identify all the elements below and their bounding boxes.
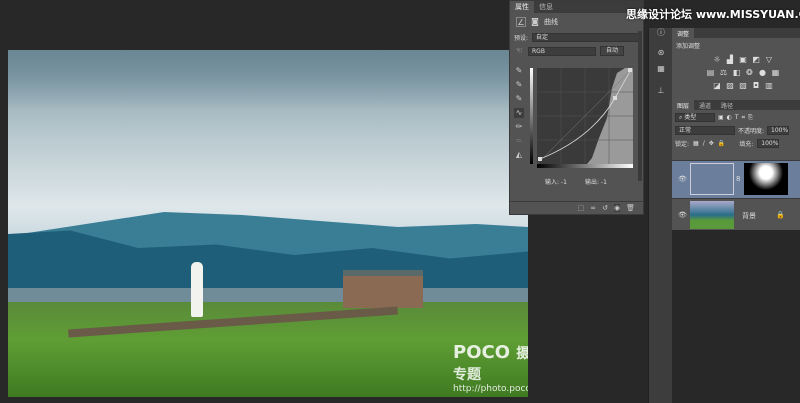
photo-filter-icon[interactable]: ❂ xyxy=(745,68,754,77)
layer-row-background[interactable]: 👁 背景 🔒 xyxy=(672,198,800,236)
auto-button[interactable]: 自动 xyxy=(600,46,624,56)
input-gradient-slider[interactable] xyxy=(537,164,633,168)
tab-adjustments[interactable]: 调整 xyxy=(672,28,695,38)
exposure-icon[interactable]: ◩ xyxy=(752,55,761,64)
mask-icon[interactable]: ◙ xyxy=(530,17,540,27)
tab-properties[interactable]: 属性 xyxy=(510,1,534,13)
white-eyedropper-icon[interactable]: ✎ xyxy=(514,94,524,104)
tab-channels[interactable]: 通道 xyxy=(694,100,716,110)
add-adjustment-label: 添加调整 xyxy=(676,43,701,50)
brush-presets-icon[interactable]: ⊛ xyxy=(656,48,666,58)
info-icon[interactable]: ⓘ xyxy=(656,28,666,38)
preset-select[interactable]: 自定 xyxy=(532,33,639,42)
filter-type-icon[interactable]: T xyxy=(735,114,739,121)
black-eyedropper-icon[interactable]: ✎ xyxy=(514,66,524,76)
fill-input[interactable]: 100% xyxy=(757,139,780,148)
layers-panel: 图层 通道 路径 ⌕ 类型 ▣ ◐ T ⌗ ⎘ 正常 不透明度: 100% 锁定: ▦ /… xyxy=(672,100,800,230)
lock-icon: 🔒 xyxy=(776,211,785,219)
channel-mixer-icon[interactable]: ● xyxy=(758,68,767,77)
watermark-poco: POCO 摄影专题 http://photo.poco.cn/ xyxy=(453,342,528,394)
reset-icon[interactable]: ↺ xyxy=(602,204,608,212)
watermark-missyuan: 思缘设计论坛 www.MISSYUAN.COM xyxy=(626,8,800,21)
filter-smart-icon[interactable]: ⎘ xyxy=(748,114,753,122)
curves-adj-icon[interactable]: ▣ xyxy=(739,55,748,64)
filter-adjustment-icon[interactable]: ◐ xyxy=(727,114,732,121)
clipping-warning-icon[interactable]: ◭ xyxy=(514,150,524,160)
brightness-icon[interactable]: ☼ xyxy=(713,55,722,64)
color-balance-icon[interactable]: ⚖ xyxy=(719,68,728,77)
output-gradient xyxy=(530,68,533,164)
hue-saturation-icon[interactable]: ▤ xyxy=(706,68,715,77)
adjustments-panel: 调整 添加调整 ☼ ▟ ▣ ◩ ▽ ▤ ⚖ ◧ ❂ ● ▦ ◪ ▨ ▧ ◘ ▥ xyxy=(672,28,800,100)
swatches-icon[interactable]: ▦ xyxy=(656,64,666,74)
poco-url: http://photo.poco.cn/ xyxy=(453,384,528,394)
link-icon[interactable]: 8 xyxy=(736,175,740,183)
gray-eyedropper-icon[interactable]: ✎ xyxy=(514,80,524,90)
delete-icon[interactable]: 🗑 xyxy=(626,204,635,212)
layer-row-curves[interactable]: 👁 8 xyxy=(672,160,800,198)
tab-paths[interactable]: 路径 xyxy=(716,100,738,110)
visibility-eye-icon[interactable]: 👁 xyxy=(678,211,687,219)
lock-brush-icon[interactable]: / xyxy=(703,140,705,147)
target-adjust-hand-icon[interactable]: ☜ xyxy=(514,46,524,56)
visibility-icon[interactable]: ◉ xyxy=(614,204,621,212)
input-value: 输入: -1 xyxy=(545,179,567,186)
threshold-icon[interactable]: ▧ xyxy=(739,81,748,90)
posterize-icon[interactable]: ▨ xyxy=(726,81,735,90)
curves-graph[interactable] xyxy=(537,68,633,164)
filter-pixel-icon[interactable]: ▣ xyxy=(718,114,724,121)
clip-to-layer-icon[interactable]: ⬚ xyxy=(578,204,585,212)
invert-icon[interactable]: ◪ xyxy=(713,81,722,90)
view-previous-icon[interactable]: ∞ xyxy=(590,204,596,212)
lock-label: 锁定: xyxy=(675,141,690,148)
opacity-label: 不透明度: xyxy=(738,128,765,135)
smooth-icon[interactable]: ≈ xyxy=(514,136,524,146)
properties-scrollbar[interactable] xyxy=(638,31,642,181)
preset-label: 预设: xyxy=(514,35,529,42)
poco-logo: POCO xyxy=(453,342,511,363)
fill-label: 填充: xyxy=(739,141,754,148)
tab-info[interactable]: 信息 xyxy=(534,1,558,13)
selective-color-icon[interactable]: ◘ xyxy=(752,81,761,90)
visibility-eye-icon[interactable]: 👁 xyxy=(678,175,687,183)
output-value: 输出: -1 xyxy=(585,179,607,186)
levels-icon[interactable]: ▟ xyxy=(726,55,735,64)
layer-filter-select[interactable]: ⌕ 类型 xyxy=(675,113,715,122)
black-white-icon[interactable]: ◧ xyxy=(732,68,741,77)
lock-position-icon[interactable]: ✥ xyxy=(709,140,714,147)
adjustment-type-label: 曲线 xyxy=(544,18,558,26)
vibrance-icon[interactable]: ▽ xyxy=(765,55,774,64)
opacity-input[interactable]: 100% xyxy=(767,126,790,135)
color-lookup-icon[interactable]: ▦ xyxy=(771,68,780,77)
curves-icon: ∠ xyxy=(516,17,526,27)
clone-source-icon[interactable]: ⊥ xyxy=(656,86,666,96)
layer-thumbnail xyxy=(690,201,734,229)
filter-shape-icon[interactable]: ⌗ xyxy=(742,114,745,122)
canvas-photo[interactable]: POCO 摄影专题 http://photo.poco.cn/ xyxy=(8,50,528,397)
panel-icon-strip: ⓘ ⊛ ▦ ⊥ xyxy=(648,28,672,403)
curve-point-tool-icon[interactable]: ∿ xyxy=(514,108,524,118)
gradient-map-icon[interactable]: ▥ xyxy=(765,81,774,90)
channel-select[interactable]: RGB xyxy=(528,46,596,56)
blend-mode-select[interactable]: 正常 xyxy=(675,126,735,135)
pencil-icon[interactable]: ✏ xyxy=(514,122,524,132)
lock-pixels-icon[interactable]: ▦ xyxy=(693,140,699,147)
tab-layers[interactable]: 图层 xyxy=(672,100,695,110)
layer-name: 背景 xyxy=(742,212,756,220)
lock-all-icon[interactable]: 🔒 xyxy=(718,140,725,147)
adjustment-thumbnail xyxy=(690,163,734,195)
layer-mask-thumbnail[interactable] xyxy=(744,163,788,195)
properties-panel: 属性 信息 ∠ ◙ 曲线 预设: 自定 ☜ RGB 自动 ✎ ✎ ✎ ∿ ✏ ≈… xyxy=(509,0,644,215)
